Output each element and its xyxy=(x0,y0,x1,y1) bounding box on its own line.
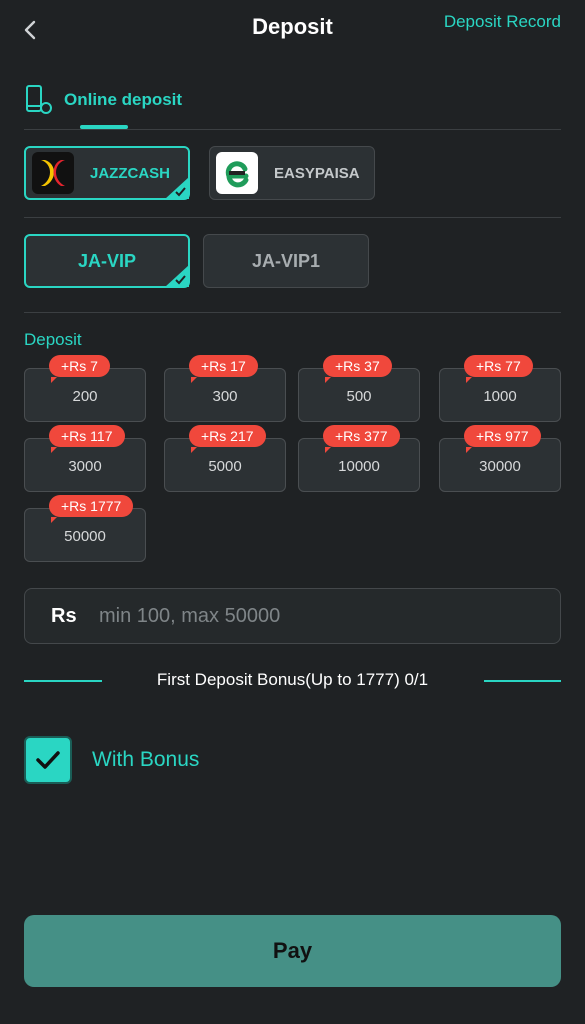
bonus-badge: +Rs 377 xyxy=(323,425,400,453)
payment-method-jazzcash[interactable]: JAZZCASH xyxy=(24,146,190,200)
with-bonus-label[interactable]: With Bonus xyxy=(92,748,199,772)
amount-value: 200 xyxy=(72,387,98,405)
amount-option[interactable]: +Rs 37 500 xyxy=(298,355,420,422)
channel-ja-vip1[interactable]: JA-VIP1 xyxy=(203,234,369,288)
divider xyxy=(24,217,561,218)
tab-online-deposit-label: Online deposit xyxy=(64,90,183,109)
first-deposit-bonus-title: First Deposit Bonus(Up to 1777) 0/1 xyxy=(156,670,429,689)
deposit-section-label: Deposit xyxy=(24,330,82,349)
bonus-badge: +Rs 1777 xyxy=(49,495,134,523)
payment-method-easypaisa[interactable]: EASYPAISA xyxy=(209,146,375,200)
amount-value: 3000 xyxy=(68,457,102,475)
selected-check-icon xyxy=(165,177,189,199)
payment-method-label: JAZZCASH xyxy=(90,164,171,182)
amount-value: 500 xyxy=(346,387,372,405)
amount-option[interactable]: +Rs 117 3000 xyxy=(24,425,146,492)
bonus-badge: +Rs 117 xyxy=(49,425,125,453)
amount-value: 5000 xyxy=(208,457,242,475)
amount-option[interactable]: +Rs 217 5000 xyxy=(164,425,286,492)
channel-label: JA-VIP1 xyxy=(251,250,321,271)
amount-input-field[interactable]: Rs xyxy=(24,588,561,644)
bonus-badge: +Rs 77 xyxy=(464,355,533,383)
channel-ja-vip[interactable]: JA-VIP xyxy=(24,234,190,288)
bonus-badge: +Rs 37 xyxy=(323,355,392,383)
amount-value: 1000 xyxy=(483,387,517,405)
amount-value: 10000 xyxy=(338,457,380,475)
checkmark-icon xyxy=(36,751,60,769)
channel-label: JA-VIP xyxy=(77,250,137,271)
bonus-badge: +Rs 977 xyxy=(464,425,541,453)
pay-button[interactable]: Pay xyxy=(24,915,561,987)
payment-method-label: EASYPAISA xyxy=(274,164,360,182)
phone-icon xyxy=(26,85,52,114)
amount-input[interactable] xyxy=(97,603,560,629)
bonus-badge: +Rs 17 xyxy=(189,355,258,383)
selected-check-icon xyxy=(165,265,189,287)
amount-option[interactable]: +Rs 17 300 xyxy=(164,355,286,422)
amount-option[interactable]: +Rs 1777 50000 xyxy=(24,495,146,562)
bonus-badge: +Rs 7 xyxy=(49,355,110,383)
jazzcash-logo-icon xyxy=(32,152,74,194)
tab-online-deposit[interactable]: Online deposit xyxy=(24,82,182,118)
currency-symbol: Rs xyxy=(51,604,77,627)
amount-value: 300 xyxy=(212,387,238,405)
amount-value: 30000 xyxy=(479,457,521,475)
amount-option[interactable]: +Rs 77 1000 xyxy=(439,355,561,422)
amount-value: 50000 xyxy=(64,527,106,545)
deposit-record-link[interactable]: Deposit Record xyxy=(444,12,561,32)
bonus-badge: +Rs 217 xyxy=(189,425,266,453)
divider xyxy=(24,129,561,130)
amount-option[interactable]: +Rs 377 10000 xyxy=(298,425,420,492)
with-bonus-checkbox[interactable] xyxy=(24,736,72,784)
amount-option[interactable]: +Rs 977 30000 xyxy=(439,425,561,492)
amount-option[interactable]: +Rs 7 200 xyxy=(24,355,146,422)
divider xyxy=(24,312,561,313)
easypaisa-logo-icon xyxy=(216,152,258,194)
